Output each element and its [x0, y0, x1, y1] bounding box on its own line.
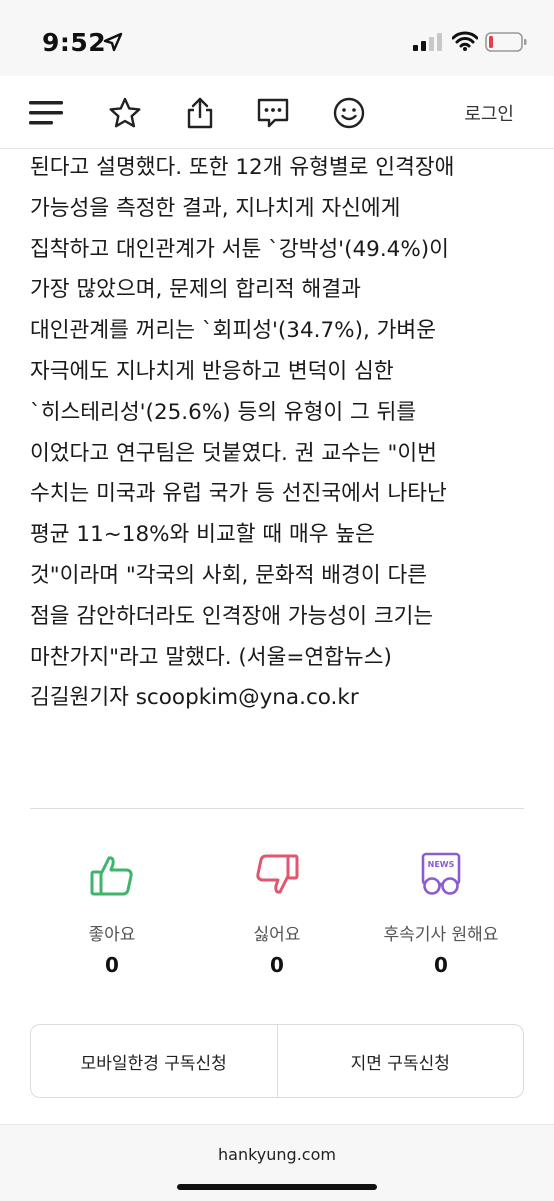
article-line: `히스테리성'(25.6%) 등의 유형이 그 뒤를	[30, 399, 417, 425]
location-arrow-icon	[103, 32, 123, 52]
article-line: 된다고 설명했다. 또한 12개 유형별로 인격장애	[30, 155, 455, 180]
dislike-label: 싫어요	[253, 925, 301, 945]
news-glasses-icon: NEWS	[421, 852, 461, 895]
like-count: 0	[105, 953, 119, 977]
menu-icon	[29, 101, 63, 125]
article-line: 가능성을 측정한 결과, 지나치게 자신에게	[30, 195, 401, 221]
follow-up-count: 0	[434, 953, 448, 977]
comment-icon	[257, 98, 289, 128]
article-line: 것"이라며 "각국의 사회, 문화적 배경이 다른	[30, 562, 428, 588]
emotion-button[interactable]	[331, 95, 367, 131]
article-line: 이었다고 연구팀은 덧붙였다. 권 교수는 "이번	[30, 440, 437, 466]
article-line: 가장 많았으며, 문제의 합리적 해결과	[30, 277, 361, 303]
thumbs-down-icon	[256, 854, 299, 894]
menu-button[interactable]	[28, 95, 64, 131]
follow-up-reaction-button[interactable]: NEWS 후속기사 원해요 0	[351, 850, 531, 977]
article-line: 집착하고 대인관계가 서툰 `강박성'(49.4%)이	[30, 236, 449, 262]
article-body: 된다고 설명했다. 또한 12개 유형별로 인격장애 가능성을 측정한 결과, …	[30, 148, 530, 719]
like-reaction-button[interactable]: 좋아요 0	[22, 850, 202, 977]
follow-up-label: 후속기사 원해요	[383, 925, 499, 945]
url-text: hankyung.com	[218, 1145, 336, 1164]
article-line: 점을 감안하더라도 인격장애 가능성이 크기는	[30, 603, 434, 629]
dislike-reaction-button[interactable]: 싫어요 0	[187, 850, 367, 977]
smiley-icon	[333, 97, 365, 129]
like-label: 좋아요	[88, 925, 136, 945]
thumbs-up-icon	[90, 856, 133, 896]
comment-button[interactable]	[255, 95, 291, 131]
article-line: 대인관계를 꺼리는 `회피성'(34.7%), 가벼운	[30, 318, 436, 344]
status-time: 9:52	[42, 28, 107, 57]
share-button[interactable]	[182, 95, 218, 131]
article-line: 자극에도 지나치게 반응하고 변덕이 심한	[30, 358, 394, 384]
home-indicator[interactable]	[177, 1184, 377, 1190]
print-subscribe-button[interactable]: 지면 구독신청	[276, 1025, 524, 1097]
battery-icon	[485, 32, 527, 52]
subscription-box: 모바일한경 구독신청 지면 구독신청	[30, 1024, 524, 1098]
cellular-signal-icon	[413, 33, 442, 51]
bookmark-button[interactable]	[107, 95, 143, 131]
article-line: 마찬가지"라고 말했다. (서울=연합뉴스)	[30, 644, 392, 670]
news-badge-text: NEWS	[428, 860, 455, 869]
article-toolbar: 로그인	[0, 76, 554, 149]
article-line: 김길원기자 scoopkim@yna.co.kr	[30, 685, 359, 711]
status-bar: 9:52	[0, 0, 554, 76]
article-line: 수치는 미국과 유럽 국가 등 선진국에서 나타난	[30, 481, 447, 507]
section-divider	[30, 808, 524, 809]
article-line: 평균 11~18%와 비교할 때 매우 높은	[30, 522, 375, 548]
article-text: 된다고 설명했다. 또한 12개 유형별로 인격장애 가능성을 측정한 결과, …	[30, 148, 530, 719]
login-link[interactable]: 로그인	[464, 100, 514, 126]
mobile-subscribe-button[interactable]: 모바일한경 구독신청	[31, 1025, 277, 1097]
dislike-count: 0	[270, 953, 284, 977]
star-icon	[109, 97, 141, 128]
wifi-icon	[452, 31, 478, 51]
share-icon	[187, 97, 213, 129]
